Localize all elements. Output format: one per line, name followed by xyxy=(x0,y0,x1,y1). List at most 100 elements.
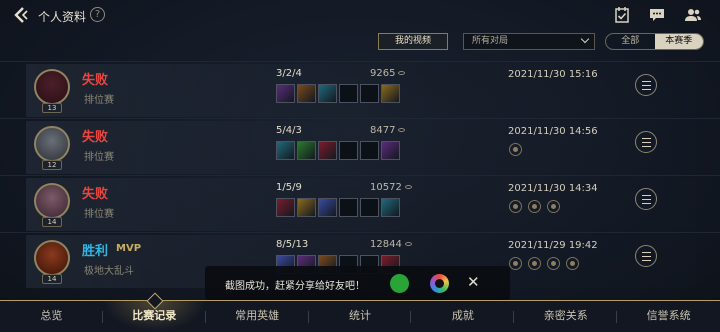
rune-icons xyxy=(509,143,522,156)
item-slot xyxy=(381,198,400,217)
kda: 8/5/13 xyxy=(276,239,309,250)
calendar-check-icon[interactable] xyxy=(613,6,631,24)
champion-avatar xyxy=(34,126,70,162)
tab-achievements[interactable]: 成就 xyxy=(411,301,515,332)
gold-value: 12844 xyxy=(370,239,402,250)
match-row[interactable]: 13 失败 排位赛 3/2/4 9265 2021/11/30 15:16 xyxy=(0,61,720,118)
coin-icon xyxy=(398,71,406,75)
match-result: 失败 xyxy=(82,73,109,88)
rune-icons xyxy=(509,200,560,213)
tab-label: 成就 xyxy=(451,309,474,322)
item-slots xyxy=(276,84,400,104)
season-all-option[interactable]: 全部 xyxy=(606,34,655,49)
rune-icon xyxy=(528,200,541,213)
gold: 10572 xyxy=(370,182,412,193)
match-date: 2021/11/30 14:56 xyxy=(508,126,598,137)
tab-overview[interactable]: 总览 xyxy=(0,301,103,332)
item-slot xyxy=(381,84,400,103)
game-mode: 排位赛 xyxy=(84,95,114,106)
item-slot xyxy=(339,84,358,103)
top-bar: 个人资料 ? xyxy=(0,0,720,30)
kda: 1/5/9 xyxy=(276,182,302,193)
details-list-icon[interactable] xyxy=(635,188,657,210)
tab-label: 信誉系统 xyxy=(646,309,691,322)
match-date: 2021/11/30 15:16 xyxy=(508,69,598,80)
rune-icon xyxy=(547,200,560,213)
item-slot xyxy=(318,141,337,160)
item-slot xyxy=(276,84,295,103)
game-mode: 极地大乱斗 xyxy=(84,266,134,277)
tab-common-heroes[interactable]: 常用英雄 xyxy=(206,301,309,332)
chevron-down-icon xyxy=(580,34,590,44)
friends-icon[interactable] xyxy=(684,6,702,24)
gold-value: 8477 xyxy=(370,125,396,136)
details-list-icon[interactable] xyxy=(635,74,657,96)
match-filter-select[interactable]: 所有对局 xyxy=(463,33,595,50)
gold: 12844 xyxy=(370,239,412,250)
champion-avatar xyxy=(34,69,70,105)
coin-icon xyxy=(404,242,412,246)
item-slot xyxy=(339,198,358,217)
bottom-tab-bar: 总览 比赛记录 常用英雄 统计 成就 亲密关系 信誉系统 xyxy=(0,300,720,332)
back-icon[interactable] xyxy=(12,6,30,24)
coin-icon xyxy=(398,128,406,132)
gold-value: 9265 xyxy=(370,68,396,79)
game-mode: 排位赛 xyxy=(84,152,114,163)
match-result: 失败 xyxy=(82,130,109,145)
item-slot xyxy=(318,198,337,217)
moments-share-icon[interactable] xyxy=(430,274,449,293)
wechat-share-icon[interactable] xyxy=(390,274,409,293)
toast-message: 截图成功，赶紧分享给好友吧！ xyxy=(225,281,365,292)
item-slot xyxy=(339,141,358,160)
gold-value: 10572 xyxy=(370,182,402,193)
gold: 9265 xyxy=(370,68,406,79)
item-slots xyxy=(276,141,400,161)
tab-match-history[interactable]: 比赛记录 xyxy=(102,301,206,332)
match-row[interactable]: 12 失败 排位赛 5/4/3 8477 2021/11/30 14:56 xyxy=(0,118,720,175)
champion-level: 14 xyxy=(42,274,62,284)
gold: 8477 xyxy=(370,125,406,136)
item-slot xyxy=(297,141,316,160)
kda: 3/2/4 xyxy=(276,68,302,79)
rune-icon xyxy=(547,257,560,270)
match-filter-value: 所有对局 xyxy=(472,36,509,46)
item-slot xyxy=(360,198,379,217)
season-current-option[interactable]: 本赛季 xyxy=(654,34,703,49)
match-date: 2021/11/30 14:34 xyxy=(508,183,598,194)
tab-honor-system[interactable]: 信誉系统 xyxy=(617,301,720,332)
rune-icon xyxy=(509,257,522,270)
coin-icon xyxy=(404,185,412,189)
champion-level: 14 xyxy=(42,217,62,227)
details-list-icon[interactable] xyxy=(635,245,657,267)
item-slot xyxy=(360,141,379,160)
close-icon[interactable]: ✕ xyxy=(467,273,480,291)
match-row[interactable]: 14 失败 排位赛 1/5/9 10572 2021/11/30 14:34 xyxy=(0,175,720,232)
match-date: 2021/11/29 19:42 xyxy=(508,240,598,251)
match-result: 失败 xyxy=(82,187,109,202)
item-slots xyxy=(276,198,400,218)
page-title: 个人资料 xyxy=(38,10,87,24)
profile-screen: { "header": {"title": "个人资料", "help_icon… xyxy=(0,0,720,332)
game-mode: 排位赛 xyxy=(84,209,114,220)
message-icon[interactable] xyxy=(648,6,666,24)
tab-label: 总览 xyxy=(40,309,63,322)
tab-statistics[interactable]: 统计 xyxy=(309,301,412,332)
item-slot xyxy=(360,84,379,103)
tab-relationships[interactable]: 亲密关系 xyxy=(514,301,618,332)
item-slot xyxy=(276,141,295,160)
details-list-icon[interactable] xyxy=(635,131,657,153)
mvp-badge: MVP xyxy=(116,243,142,254)
season-toggle: 全部 本赛季 xyxy=(605,33,704,50)
item-slot xyxy=(297,198,316,217)
item-slot xyxy=(318,84,337,103)
rune-icon xyxy=(566,257,579,270)
tab-label: 亲密关系 xyxy=(543,309,588,322)
champion-level: 13 xyxy=(42,103,62,113)
item-slot xyxy=(276,198,295,217)
kda: 5/4/3 xyxy=(276,125,302,136)
match-result: 胜利 xyxy=(82,244,109,259)
tab-label: 比赛记录 xyxy=(132,309,177,322)
help-icon[interactable]: ? xyxy=(90,7,105,22)
my-videos-button[interactable]: 我的视频 xyxy=(378,33,448,50)
item-slot xyxy=(297,84,316,103)
